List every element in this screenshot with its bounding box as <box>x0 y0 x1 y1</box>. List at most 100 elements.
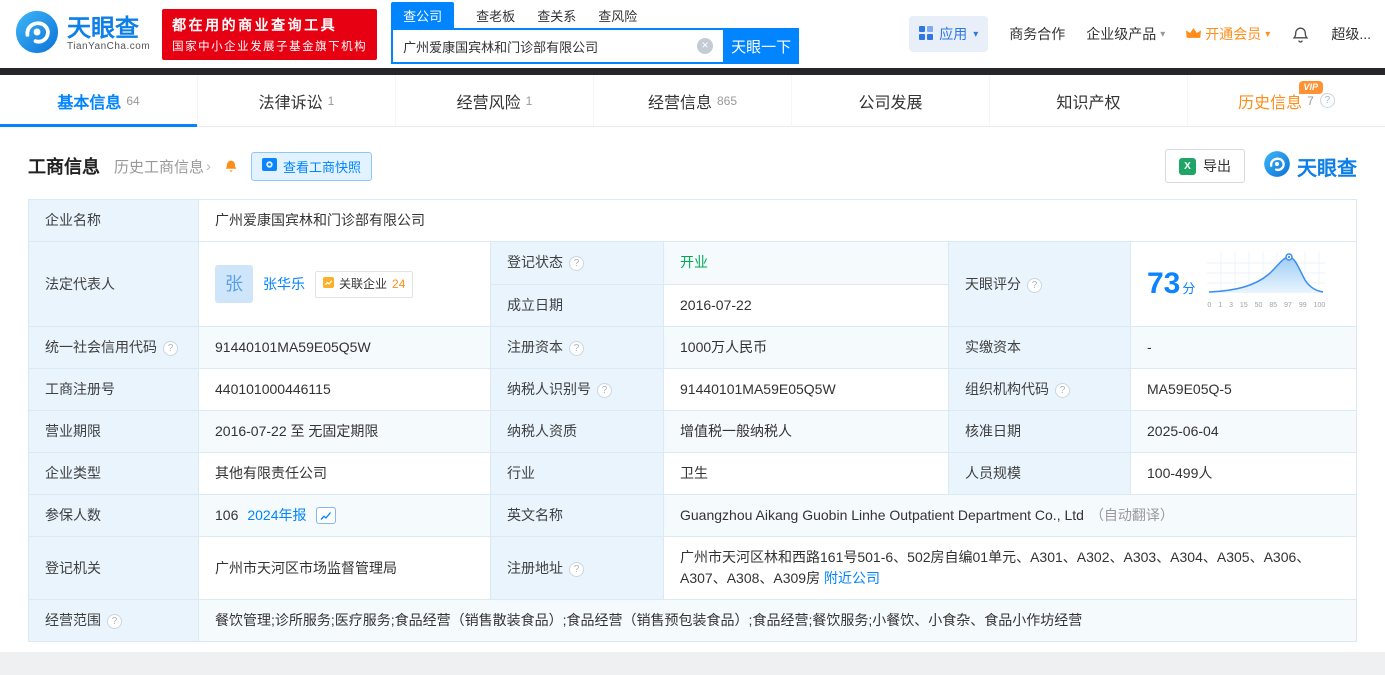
trend-chart-icon[interactable] <box>315 507 336 524</box>
snapshot-button-label: 查看工商快照 <box>283 159 362 175</box>
help-icon[interactable]: ? <box>163 341 178 356</box>
field-label-org-code: 组织机构代码? <box>948 368 1131 411</box>
insured-block: 106 2024年报 <box>215 505 474 526</box>
related-companies-label: 关联企业 <box>339 276 388 291</box>
help-icon[interactable]: ? <box>569 256 584 272</box>
vip-badge: VIP <box>1298 81 1324 94</box>
search-tab-company[interactable]: 查公司 <box>391 2 455 28</box>
score-distribution-chart: 0 1 3 15 50 85 97 99 100 <box>1207 252 1326 316</box>
nav-open-membership-label: 开通会员 <box>1205 26 1262 42</box>
field-value-paid-capital: - <box>1130 326 1357 369</box>
tick: 99 <box>1298 302 1307 309</box>
tab-operating-info[interactable]: 经营信息 865 <box>593 75 791 126</box>
clear-icon[interactable]: × <box>697 38 714 54</box>
help-icon[interactable]: ? <box>107 614 122 629</box>
tab-count: 865 <box>716 93 738 108</box>
tick: 97 <box>1284 302 1292 309</box>
annual-report-link[interactable]: 2024年报 <box>247 505 306 526</box>
nav-enterprise-products[interactable]: 企业级产品 ▾ <box>1086 24 1165 44</box>
search-tab-boss[interactable]: 查老板 <box>476 6 515 28</box>
field-value-reg-address: 广州市天河区林和西路161号501-6、502房自编01单元、A301、A302… <box>663 536 1357 600</box>
label-text: 参保人数 <box>45 507 101 523</box>
related-companies-badge[interactable]: 关联企业 24 <box>315 270 414 298</box>
help-icon[interactable]: ? <box>569 561 584 577</box>
help-icon[interactable]: ? <box>597 383 612 398</box>
tab-count: 64 <box>126 93 140 108</box>
nav-enterprise-products-label: 企业级产品 <box>1086 26 1157 42</box>
help-icon[interactable]: ? <box>1027 277 1042 293</box>
label-text: 登记状态 <box>507 254 563 271</box>
business-scope-text: 餐饮管理;诊所服务;医疗服务;食品经营（销售散装食品）;食品经营（销售预包装食品… <box>215 612 1083 628</box>
field-label-paid-capital: 实缴资本 <box>948 326 1131 369</box>
legal-rep-block: 张 张华乐 关联企业 24 <box>215 265 474 303</box>
company-tabbar: 基本信息 64 法律诉讼 1 经营风险 1 经营信息 865 公司发展 知识产权… <box>0 75 1385 127</box>
camera-icon <box>262 158 278 174</box>
tab-basic-info[interactable]: 基本信息 64 <box>0 75 197 127</box>
alert-bell-icon[interactable] <box>223 158 239 174</box>
tick: 15 <box>1239 302 1248 309</box>
field-value-english-name: Guangzhou Aikang Guobin Linhe Outpatient… <box>663 494 1357 537</box>
tab-label: 经营风险 <box>456 94 521 112</box>
legal-rep-name-link[interactable]: 张华乐 <box>263 274 305 295</box>
related-companies-count: 24 <box>392 276 406 291</box>
value-text: MA59E05Q-5 <box>1147 381 1232 397</box>
tianyancha-logo[interactable]: 天眼查 TianYanCha.com <box>14 9 150 60</box>
search-tab-relation[interactable]: 查关系 <box>537 6 576 28</box>
snapshot-button[interactable]: 查看工商快照 <box>251 151 373 181</box>
score-number: 73 <box>1147 267 1181 300</box>
field-label-score: 天眼评分? <box>948 241 1131 327</box>
tab-operating-risk[interactable]: 经营风险 1 <box>395 75 593 126</box>
chevron-right-icon[interactable]: › <box>206 158 211 175</box>
help-icon[interactable]: ? <box>1055 383 1070 398</box>
field-value-reg-number: 440101000446115 <box>198 368 491 411</box>
tick: 50 <box>1254 302 1263 309</box>
score-block: 73 分 0 1 3 15 50 85 97 99 100 <box>1147 252 1340 316</box>
tab-company-development[interactable]: 公司发展 <box>791 75 989 126</box>
nav-super-vip[interactable]: 超级... <box>1331 24 1371 44</box>
app-menu-button[interactable]: 应用 ▾ <box>909 16 989 52</box>
tab-label: 经营信息 <box>647 94 712 112</box>
field-value-company-name: 广州爱康国宾林和门诊部有限公司 <box>198 199 1357 242</box>
page: 天眼查 TianYanCha.com 都在用的商业查询工具 国家中小企业发展子基… <box>0 0 1385 675</box>
promo-line1: 都在用的商业查询工具 <box>172 16 338 33</box>
export-button[interactable]: X 导出 <box>1165 149 1245 183</box>
nav-open-membership[interactable]: 开通会员 ▾ <box>1186 24 1270 44</box>
field-value-approval-date: 2025-06-04 <box>1130 410 1357 453</box>
crown-icon <box>1186 26 1202 42</box>
legal-rep-avatar[interactable]: 张 <box>215 265 253 303</box>
search-input-wrap: × <box>391 28 724 64</box>
search-button[interactable]: 天眼一下 <box>723 28 800 64</box>
tick: 3 <box>1229 302 1233 309</box>
tab-legal-proceedings[interactable]: 法律诉讼 1 <box>197 75 395 126</box>
tick: 100 <box>1313 302 1326 309</box>
notification-bell-icon[interactable] <box>1291 25 1310 44</box>
value-text: 2025-06-04 <box>1147 423 1219 439</box>
value-text: 其他有限责任公司 <box>215 465 327 481</box>
field-value-reg-authority: 广州市天河区市场监督管理局 <box>198 536 491 600</box>
top-header: 天眼查 TianYanCha.com 都在用的商业查询工具 国家中小企业发展子基… <box>0 0 1385 68</box>
field-value-taxpayer-quality: 增值税一般纳税人 <box>663 410 949 453</box>
help-icon[interactable]: ? <box>569 341 584 356</box>
field-value-company-type: 其他有限责任公司 <box>198 452 491 495</box>
value-text: 广州市天河区市场监督管理局 <box>215 559 397 576</box>
chevron-down-icon: ▾ <box>1160 28 1166 40</box>
label-text: 登记机关 <box>45 559 101 576</box>
nav-business-cooperation[interactable]: 商务合作 <box>1009 24 1065 44</box>
field-label-insured-count: 参保人数 <box>28 494 199 537</box>
label-text: 人员规模 <box>965 465 1021 481</box>
search-input[interactable] <box>391 28 724 64</box>
history-info-link[interactable]: 历史工商信息 <box>114 156 204 177</box>
related-companies-icon <box>323 274 334 295</box>
tab-history-info[interactable]: 历史信息 7 ? VIP <box>1187 75 1385 126</box>
search-tab-risk[interactable]: 查风险 <box>598 6 637 28</box>
field-label-reg-address: 注册地址? <box>490 536 664 600</box>
field-value-reg-status: 开业 <box>663 241 949 285</box>
field-value-staff-size: 100-499人 <box>1130 452 1357 495</box>
tab-intellectual-property[interactable]: 知识产权 <box>989 75 1187 126</box>
search-tabs: 查公司 查老板 查关系 查风险 <box>391 2 799 28</box>
field-value-score: 73 分 0 1 3 15 50 85 97 99 100 <box>1130 241 1357 327</box>
nearby-companies-link[interactable]: 附近公司 <box>824 570 880 586</box>
tab-count: 1 <box>525 93 533 108</box>
help-icon[interactable]: ? <box>1319 93 1335 108</box>
label-text: 纳税人资质 <box>507 423 577 439</box>
